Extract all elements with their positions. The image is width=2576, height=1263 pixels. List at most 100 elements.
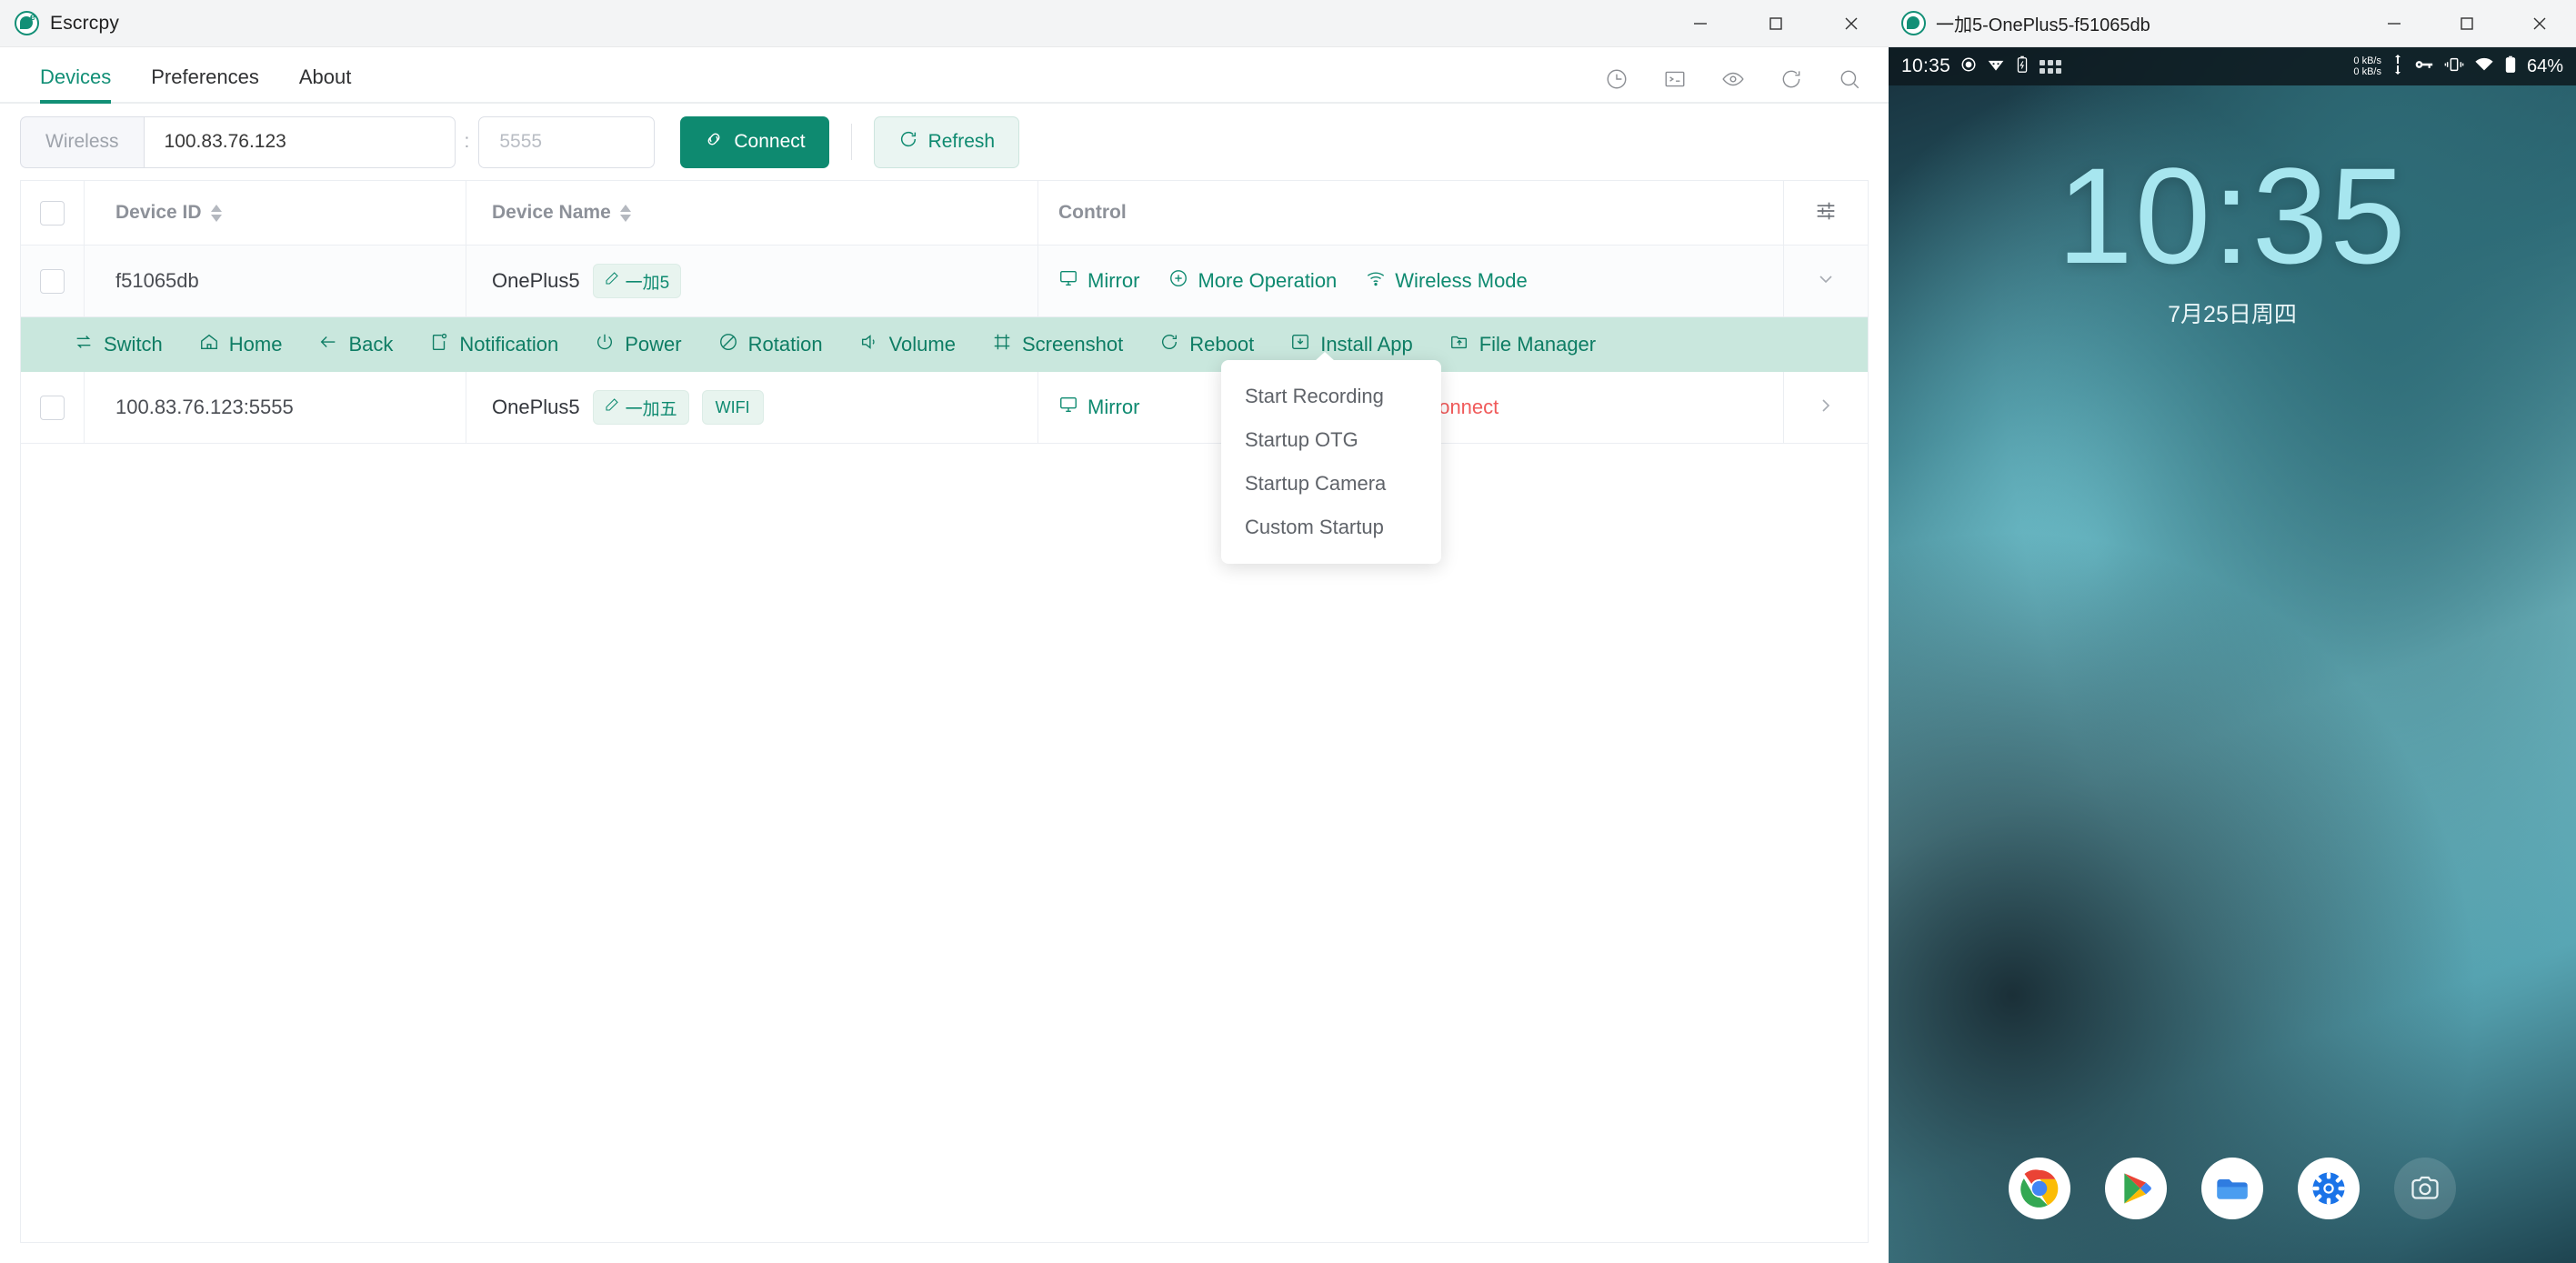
column-settings-icon[interactable] — [1813, 198, 1839, 228]
edit-pencil-icon — [605, 397, 619, 417]
mirror-button[interactable]: Mirror — [1058, 395, 1139, 420]
select-all-cell — [21, 181, 84, 245]
column-device-name-label: Device Name — [492, 202, 611, 223]
connect-bar: Wireless : Connect Refresh — [0, 104, 1889, 180]
eye-icon[interactable] — [1718, 64, 1749, 95]
menu-item-start-recording[interactable]: Start Recording — [1221, 375, 1441, 418]
cell-device-id: f51065db — [84, 246, 466, 316]
escrcpy-logo-icon — [15, 11, 39, 35]
refresh-icon[interactable] — [1776, 64, 1807, 95]
mirror-button[interactable]: Mirror — [1058, 268, 1139, 294]
column-device-id[interactable]: Device ID — [84, 181, 466, 245]
lockscreen-clock: 10:35 7月25日周四 — [1889, 147, 2576, 329]
tab-devices[interactable]: Devices — [20, 65, 131, 104]
action-back[interactable]: Back — [318, 332, 393, 357]
camera-icon[interactable] — [2394, 1158, 2456, 1219]
close-icon[interactable] — [2503, 0, 2576, 47]
escrcpy-titlebar: Escrcpy — [0, 0, 1889, 47]
mirror-button-label: Mirror — [1088, 396, 1140, 418]
desktop-screen: Escrcpy Devices Preferences About — [0, 0, 2576, 1263]
install-app-icon — [1290, 332, 1310, 357]
mirror-button-label: Mirror — [1088, 269, 1140, 292]
android-mirror-window: 一加5-OnePlus5-f51065db 10:35 0 kB/s 0 kB/… — [1889, 0, 2576, 1263]
action-install-app[interactable]: Install App — [1290, 332, 1413, 357]
cell-device-name: OnePlus5 一加五 WIFI — [466, 372, 1037, 443]
tab-preferences[interactable]: Preferences — [131, 65, 279, 102]
action-back-label: Back — [348, 333, 394, 356]
toolbar-divider — [850, 124, 852, 160]
action-file-manager-label: File Manager — [1478, 333, 1597, 356]
power-icon — [595, 332, 615, 357]
sort-arrows-icon[interactable] — [619, 204, 631, 222]
menu-item-startup-camera[interactable]: Startup Camera — [1221, 462, 1441, 506]
action-home-label: Home — [228, 333, 283, 356]
edit-pencil-icon — [605, 271, 619, 291]
monitor-icon — [1058, 268, 1078, 294]
device-alias-badge[interactable]: 一加五 — [592, 390, 689, 425]
terminal-icon[interactable] — [1659, 64, 1690, 95]
history-icon[interactable] — [1601, 64, 1632, 95]
monitor-icon — [1058, 395, 1078, 420]
action-file-manager[interactable]: File Manager — [1449, 332, 1596, 357]
device-id-value: 100.83.76.123:5555 — [115, 396, 294, 418]
action-notification[interactable]: Notification — [429, 332, 558, 357]
device-id-value: f51065db — [115, 269, 199, 292]
action-volume-label: Volume — [888, 333, 956, 356]
android-screen[interactable]: 10:35 0 kB/s 0 kB/s 64% 10:35 7月25日周四 — [1889, 47, 2576, 1263]
file-manager-icon — [1449, 332, 1469, 357]
minimize-icon[interactable] — [1662, 0, 1738, 47]
chevron-down-icon[interactable] — [1815, 268, 1837, 294]
menu-item-custom-startup[interactable]: Custom Startup — [1221, 506, 1441, 549]
reboot-icon — [1159, 332, 1179, 357]
wireless-mode-button[interactable]: Wireless Mode — [1366, 268, 1528, 294]
maximize-icon[interactable] — [2431, 0, 2503, 47]
action-switch-label: Switch — [104, 333, 163, 356]
column-device-name[interactable]: Device Name — [466, 181, 1037, 245]
android-dock — [1889, 1158, 2576, 1219]
table-row[interactable]: f51065db OnePlus5 一加5 Mirror More Operat… — [21, 246, 1868, 317]
action-rotation[interactable]: Rotation — [718, 332, 823, 357]
settings-icon[interactable] — [2298, 1158, 2360, 1219]
chevron-right-icon[interactable] — [1815, 395, 1837, 420]
minimize-icon[interactable] — [2358, 0, 2431, 47]
more-operation-button[interactable]: More Operation — [1168, 268, 1337, 294]
play-store-icon[interactable] — [2105, 1158, 2167, 1219]
device-name-value: OnePlus5 — [492, 396, 580, 418]
action-power[interactable]: Power — [595, 332, 682, 357]
table-row[interactable]: 100.83.76.123:5555 OnePlus5 一加五 WIFI Mir… — [21, 372, 1868, 444]
row-checkbox[interactable] — [40, 268, 65, 294]
device-alias-label: 一加五 — [625, 399, 677, 419]
net-download-speed: 0 kB/s — [2353, 66, 2381, 77]
action-notification-label: Notification — [459, 333, 559, 356]
action-reboot[interactable]: Reboot — [1159, 332, 1254, 357]
connect-button[interactable]: Connect — [680, 115, 829, 168]
row-checkbox[interactable] — [40, 395, 65, 420]
host-input[interactable] — [143, 115, 456, 168]
column-control-label: Control — [1058, 202, 1127, 223]
maximize-icon[interactable] — [1738, 0, 1813, 47]
select-all-checkbox[interactable] — [40, 200, 65, 226]
device-alias-badge[interactable]: 一加5 — [592, 264, 682, 298]
action-screenshot[interactable]: Screenshot — [992, 332, 1123, 357]
row-expand-cell[interactable] — [1783, 372, 1868, 443]
wifi-icon — [1366, 268, 1386, 294]
tab-about[interactable]: About — [279, 65, 372, 102]
search-icon[interactable] — [1834, 64, 1865, 95]
action-volume[interactable]: Volume — [859, 332, 956, 357]
files-icon[interactable] — [2201, 1158, 2263, 1219]
more-operation-dropdown[interactable]: Start Recording Startup OTG Startup Came… — [1221, 352, 1441, 564]
close-icon[interactable] — [1813, 0, 1889, 47]
port-input[interactable] — [478, 115, 656, 168]
row-expand-cell[interactable] — [1783, 246, 1868, 316]
action-switch[interactable]: Switch — [74, 332, 163, 357]
menu-item-startup-otg[interactable]: Startup OTG — [1221, 418, 1441, 462]
battery-icon — [2504, 55, 2517, 78]
refresh-button[interactable]: Refresh — [873, 115, 1020, 168]
column-settings-cell[interactable] — [1783, 181, 1868, 245]
switch-icon — [74, 332, 94, 357]
sort-arrows-icon[interactable] — [210, 204, 222, 222]
chrome-icon[interactable] — [2009, 1158, 2070, 1219]
android-titlebar: 一加5-OnePlus5-f51065db — [1889, 0, 2576, 47]
escrcpy-window: Escrcpy Devices Preferences About — [0, 0, 1889, 1263]
action-home[interactable]: Home — [199, 332, 283, 357]
